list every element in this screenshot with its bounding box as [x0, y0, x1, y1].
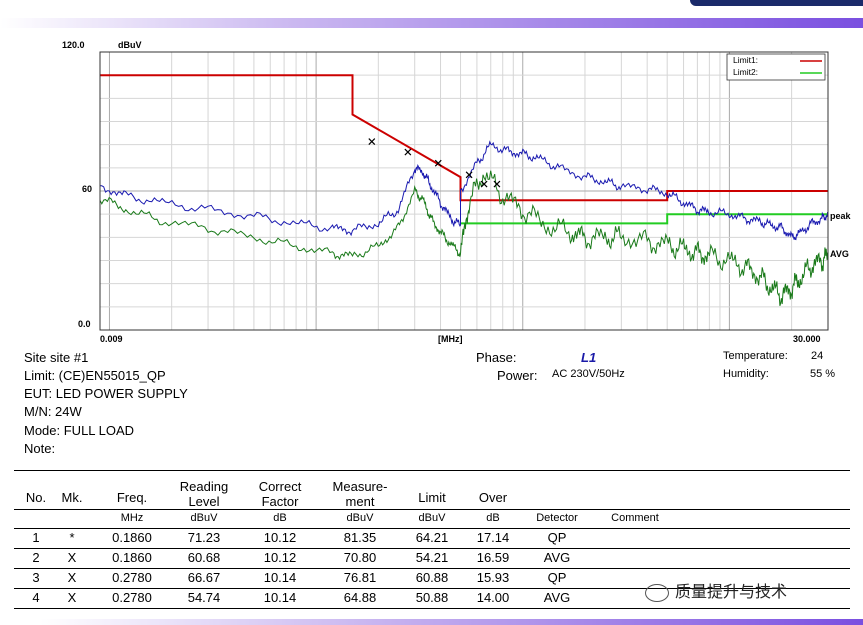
- table-row-rule: [14, 608, 850, 609]
- y-unit-label: dBuV: [118, 40, 142, 50]
- avg-trace-label: AVG: [830, 249, 849, 259]
- unit-detector: Detector: [536, 512, 578, 524]
- unit-reading-level: dBuV: [190, 512, 218, 524]
- header-measurement: Measure- ment: [332, 479, 388, 509]
- unit-comment: Comment: [611, 512, 659, 524]
- emission-chart: 120.0 dBuV 60 0.0 0.009 [MHz] 30.000 Lim…: [62, 40, 852, 344]
- table-cell: 81.35: [343, 530, 377, 545]
- header-correct-factor: Correct Factor: [258, 479, 302, 509]
- footer-gradient-bar: [40, 619, 863, 625]
- watermark: 质量提升与技术: [645, 578, 787, 602]
- limit-info: Limit: (CE)EN55015_QP: [24, 368, 166, 383]
- table-cell: X: [67, 550, 77, 565]
- peak-trace-label: peak: [830, 211, 852, 221]
- table-cell: 10.14: [263, 570, 297, 585]
- unit-measurement: dBuV: [346, 512, 374, 524]
- table-cell: 15.93: [476, 570, 510, 585]
- legend-label-limit2: Limit2:: [733, 67, 758, 77]
- header-freq: Freq.: [116, 490, 148, 505]
- peak-marker: [368, 138, 376, 145]
- table-row-rule: [14, 548, 850, 549]
- table-cell: 54.21: [415, 550, 449, 565]
- unit-over: dB: [486, 512, 500, 524]
- header-no: No.: [25, 490, 47, 505]
- watermark-text: 质量提升与技术: [675, 584, 788, 601]
- phase-value: L1: [581, 350, 597, 365]
- phase-label: Phase:: [476, 350, 517, 365]
- note-info: Note:: [24, 441, 56, 456]
- peak-marker: [493, 180, 501, 188]
- legend-label-limit1: Limit1:: [733, 55, 758, 65]
- table-cell: 17.14: [476, 530, 510, 545]
- series-line-limit2: [460, 213, 828, 225]
- mn-info: M/N: 24W: [24, 404, 82, 419]
- table-top-rule: [14, 470, 850, 471]
- series-line-limit1: [100, 74, 828, 202]
- table-cell: 54.74: [187, 590, 221, 605]
- header-over: Over: [478, 490, 508, 505]
- table-cell: 4: [32, 590, 40, 605]
- table-cell: 70.80: [343, 550, 377, 565]
- table-cell: 64.21: [415, 530, 449, 545]
- header-reading-level: Reading Level: [179, 479, 229, 509]
- wechat-icon: [645, 583, 669, 602]
- table-cell: 60.88: [415, 570, 449, 585]
- y-tick-label-bottom: 0.0: [78, 319, 91, 329]
- peak-marker: [404, 148, 412, 156]
- table-cell: X: [67, 590, 77, 605]
- table-cell: 64.88: [343, 590, 377, 605]
- table-cell: X: [67, 570, 77, 585]
- site-info: Site site #1: [24, 350, 89, 365]
- table-cell: 60.68: [187, 550, 221, 565]
- table-cell: 50.88: [415, 590, 449, 605]
- table-header-rule: [14, 509, 850, 510]
- table-cell: 10.12: [263, 530, 297, 545]
- table-cell: QP: [547, 570, 567, 585]
- table-cell: QP: [547, 530, 567, 545]
- table-row-rule: [14, 568, 850, 569]
- table-cell: 14.00: [476, 590, 510, 605]
- x-tick-label-max: 30.000: [793, 334, 821, 344]
- table-cell: 10.12: [263, 550, 297, 565]
- table-cell: 76.81: [343, 570, 377, 585]
- table-cell: *: [69, 530, 75, 545]
- header-limit: Limit: [418, 490, 446, 505]
- temperature-value: 24: [811, 350, 824, 362]
- unit-freq: MHz: [120, 512, 144, 524]
- table-cell: AVG: [543, 550, 571, 565]
- x-axis-label: [MHz]: [438, 334, 463, 344]
- humidity-value: 55 %: [810, 368, 836, 380]
- unit-correct-factor: dB: [273, 512, 287, 524]
- temperature-label: Temperature:: [723, 350, 788, 362]
- header-mk: Mk.: [61, 490, 83, 505]
- table-cell: 0.1860: [112, 530, 152, 545]
- table-cell: 71.23: [187, 530, 221, 545]
- table-cell: 0.1860: [112, 550, 152, 565]
- table-cell: 1: [32, 530, 40, 545]
- table-cell: 2: [32, 550, 40, 565]
- humidity-label: Humidity:: [723, 368, 769, 380]
- table-cell: 3: [32, 570, 40, 585]
- unit-limit: dBuV: [418, 512, 446, 524]
- table-cell: 16.59: [476, 550, 510, 565]
- y-tick-label-mid: 60: [82, 184, 92, 194]
- eut-info: EUT: LED POWER SUPPLY: [24, 386, 188, 401]
- table-cell: 0.2780: [112, 590, 152, 605]
- x-tick-label-min: 0.009: [100, 334, 123, 344]
- power-label: Power:: [497, 368, 538, 383]
- table-cell: 0.2780: [112, 570, 152, 585]
- power-value: AC 230V/50Hz: [552, 368, 625, 380]
- table-cell: 66.67: [187, 570, 221, 585]
- table-cell: 10.14: [263, 590, 297, 605]
- table-unit-rule: [14, 528, 850, 529]
- table-cell: AVG: [543, 590, 571, 605]
- y-tick-label-top: 120.0: [62, 40, 85, 50]
- mode-info: Mode: FULL LOAD: [24, 423, 135, 438]
